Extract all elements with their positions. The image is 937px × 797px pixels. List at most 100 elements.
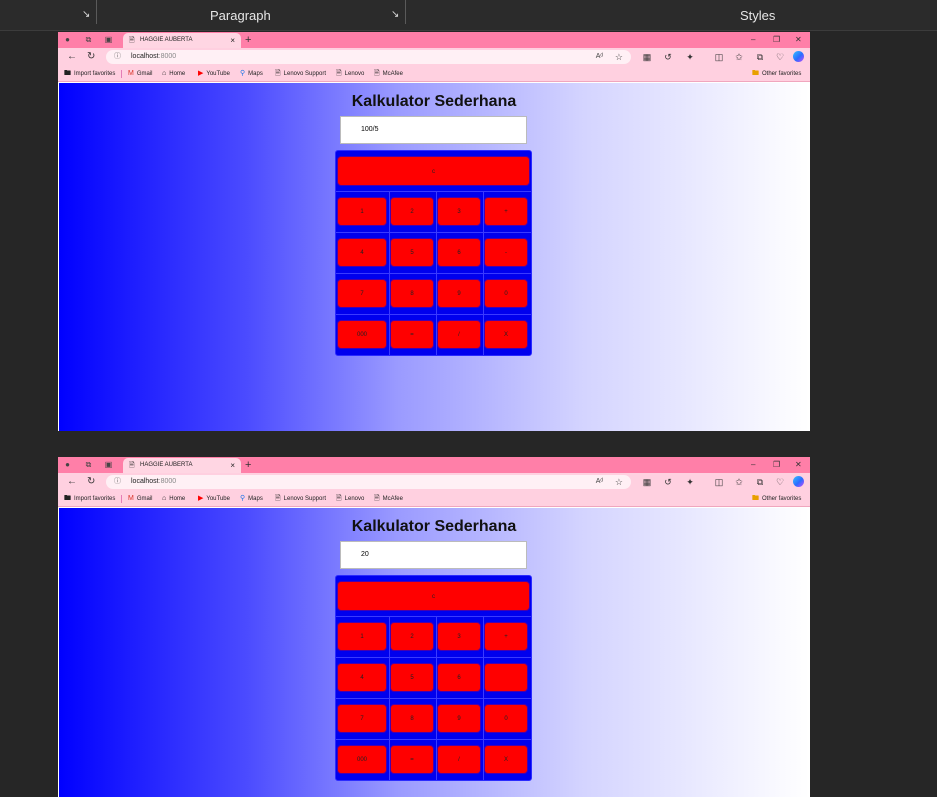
calc-key-button[interactable]: 9 bbox=[437, 279, 481, 308]
extensions-icon[interactable]: ✦ bbox=[684, 476, 696, 488]
favorite-item[interactable]: M Gmail bbox=[128, 66, 153, 82]
collections-icon[interactable]: ⧉ bbox=[754, 51, 766, 63]
favorites-icon[interactable]: ✩ bbox=[733, 476, 745, 488]
calc-key-button[interactable]: 7 bbox=[337, 704, 387, 733]
favorite-item[interactable]: 🖿 Import favorites bbox=[64, 491, 115, 507]
favorite-star-icon[interactable]: ☆ bbox=[615, 475, 623, 489]
extension-icon[interactable]: ▦ bbox=[641, 476, 653, 488]
browser-essentials-icon[interactable]: ♡ bbox=[774, 476, 786, 488]
clear-button[interactable]: c bbox=[337, 581, 530, 611]
calc-key-button[interactable]: = bbox=[390, 320, 434, 349]
calc-key-button[interactable]: = bbox=[390, 745, 434, 774]
restore-icon[interactable]: ❐ bbox=[773, 34, 780, 46]
copilot-icon[interactable] bbox=[793, 51, 804, 62]
favorite-item[interactable]: 🗎 Lenovo bbox=[336, 491, 364, 507]
favorite-item[interactable]: ▶ YouTube bbox=[198, 66, 230, 82]
favorite-item[interactable]: 🖿 Import favorites bbox=[64, 66, 115, 82]
minimize-icon[interactable]: – bbox=[751, 459, 755, 471]
restore-icon[interactable]: ❐ bbox=[773, 459, 780, 471]
clear-button[interactable]: c bbox=[337, 156, 530, 186]
close-tab-icon[interactable]: × bbox=[230, 33, 235, 48]
calc-key-button[interactable]: 5 bbox=[390, 238, 434, 267]
favorite-item[interactable]: 🗎 Lenovo bbox=[336, 66, 364, 82]
browser-tab[interactable]: 🗎 HAGGIE AUBERTA × bbox=[123, 458, 241, 473]
address-bar[interactable]: ⓘ localhost:8000 Aᵈ ☆ bbox=[106, 50, 631, 64]
calc-key-button[interactable]: / bbox=[437, 745, 481, 774]
calc-key-button[interactable]: - bbox=[484, 238, 528, 267]
close-tab-icon[interactable]: × bbox=[230, 458, 235, 473]
close-window-icon[interactable]: ✕ bbox=[795, 34, 802, 46]
calc-key-button[interactable]: 1 bbox=[337, 622, 387, 651]
calc-key-button[interactable] bbox=[484, 663, 528, 692]
new-tab-icon[interactable]: + bbox=[245, 459, 251, 471]
calculator-display[interactable]: 20 bbox=[340, 541, 527, 569]
calc-key-button[interactable]: 8 bbox=[390, 704, 434, 733]
favorite-item[interactable]: M Gmail bbox=[128, 491, 153, 507]
calc-key-button[interactable]: 0 bbox=[484, 279, 528, 308]
back-icon[interactable]: ← bbox=[67, 476, 77, 488]
calc-key-button[interactable]: 3 bbox=[437, 197, 481, 226]
favorite-item[interactable]: ⚲ Maps bbox=[240, 491, 263, 507]
address-bar[interactable]: ⓘ localhost:8000 Aᵈ ☆ bbox=[106, 475, 631, 489]
back-icon[interactable]: ← bbox=[67, 51, 77, 63]
calc-key-button[interactable]: X bbox=[484, 745, 528, 774]
favorite-item[interactable]: 🗎 Lenovo Support bbox=[275, 66, 326, 82]
collections-icon[interactable]: ⧉ bbox=[754, 476, 766, 488]
browser-essentials-icon[interactable]: ♡ bbox=[774, 51, 786, 63]
read-aloud-icon[interactable]: Aᵈ bbox=[596, 475, 603, 489]
favorite-item[interactable]: ⌂ Home bbox=[162, 491, 185, 507]
favorite-item[interactable]: ⚲ Maps bbox=[240, 66, 263, 82]
tab-actions-icon[interactable]: ▣ bbox=[104, 461, 113, 469]
profile-icon[interactable]: ● bbox=[63, 36, 72, 44]
favorite-item[interactable]: ⌂ Home bbox=[162, 66, 185, 82]
dialog-launcher-icon[interactable]: ↘ bbox=[391, 10, 401, 20]
new-tab-icon[interactable]: + bbox=[245, 34, 251, 46]
workspaces-icon[interactable]: ⧉ bbox=[84, 36, 93, 44]
extension-icon[interactable]: ▦ bbox=[641, 51, 653, 63]
minimize-icon[interactable]: – bbox=[751, 34, 755, 46]
favorite-star-icon[interactable]: ☆ bbox=[615, 50, 623, 64]
tab-actions-icon[interactable]: ▣ bbox=[104, 36, 113, 44]
info-icon[interactable]: ⓘ bbox=[114, 475, 121, 489]
calc-key-button[interactable]: 5 bbox=[390, 663, 434, 692]
calc-key-button[interactable]: 6 bbox=[437, 238, 481, 267]
copilot-icon[interactable] bbox=[793, 476, 804, 487]
other-favorites[interactable]: 🖿 Other favorites bbox=[752, 491, 801, 507]
profile-icon[interactable]: ● bbox=[63, 461, 72, 469]
dialog-launcher-icon[interactable]: ↘ bbox=[82, 10, 92, 20]
refresh-icon[interactable]: ↻ bbox=[87, 51, 95, 63]
other-favorites[interactable]: 🖿 Other favorites bbox=[752, 66, 801, 82]
extensions-icon[interactable]: ✦ bbox=[684, 51, 696, 63]
favorite-item[interactable]: 🗎 Lenovo Support bbox=[275, 491, 326, 507]
calc-key-button[interactable]: 0 bbox=[484, 704, 528, 733]
calc-key-button[interactable]: 4 bbox=[337, 238, 387, 267]
read-aloud-icon[interactable]: Aᵈ bbox=[596, 50, 603, 64]
calculator-display[interactable]: 100/5 bbox=[340, 116, 527, 144]
calc-key-button[interactable]: 2 bbox=[390, 622, 434, 651]
refresh-icon[interactable]: ↻ bbox=[87, 476, 95, 488]
calc-key-button[interactable]: + bbox=[484, 197, 528, 226]
split-screen-icon[interactable]: ◫ bbox=[713, 51, 725, 63]
split-screen-icon[interactable]: ◫ bbox=[713, 476, 725, 488]
calc-key-button[interactable]: 1 bbox=[337, 197, 387, 226]
calc-key-button[interactable]: 9 bbox=[437, 704, 481, 733]
calc-key-button[interactable]: 3 bbox=[437, 622, 481, 651]
calc-key-button[interactable]: 8 bbox=[390, 279, 434, 308]
calc-key-button[interactable]: + bbox=[484, 622, 528, 651]
calc-key-button[interactable]: 4 bbox=[337, 663, 387, 692]
favorites-icon[interactable]: ✩ bbox=[733, 51, 745, 63]
calc-key-button[interactable]: X bbox=[484, 320, 528, 349]
workspaces-icon[interactable]: ⧉ bbox=[84, 461, 93, 469]
calc-key-button[interactable]: 2 bbox=[390, 197, 434, 226]
calc-key-button[interactable]: 000 bbox=[337, 745, 387, 774]
calc-key-button[interactable]: 000 bbox=[337, 320, 387, 349]
browser-tab[interactable]: 🗎 HAGGIE AUBERTA × bbox=[123, 33, 241, 48]
favorite-item[interactable]: 🗎 McAfee bbox=[374, 66, 403, 82]
favorite-item[interactable]: 🗎 McAfee bbox=[374, 491, 403, 507]
refresh-extension-icon[interactable]: ↺ bbox=[662, 476, 674, 488]
close-window-icon[interactable]: ✕ bbox=[795, 459, 802, 471]
calc-key-button[interactable]: 7 bbox=[337, 279, 387, 308]
favorite-item[interactable]: ▶ YouTube bbox=[198, 491, 230, 507]
calc-key-button[interactable]: / bbox=[437, 320, 481, 349]
info-icon[interactable]: ⓘ bbox=[114, 50, 121, 64]
